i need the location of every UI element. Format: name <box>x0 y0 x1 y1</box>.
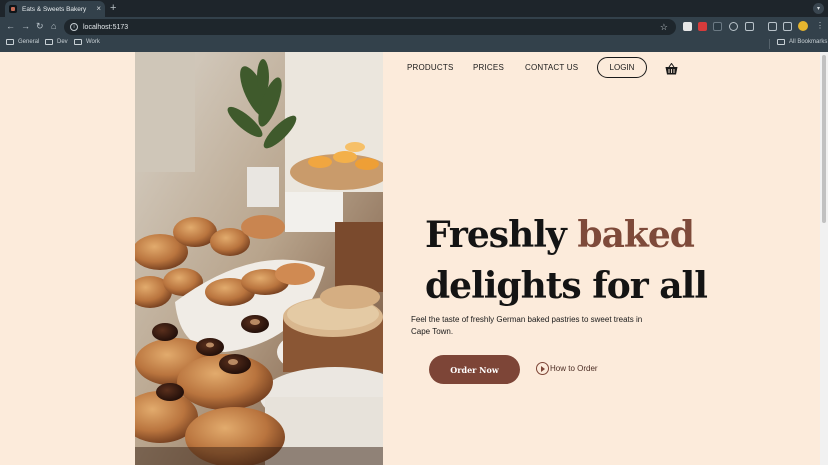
bakery-pastries-image <box>135 52 383 465</box>
home-icon[interactable]: ⌂ <box>51 21 56 32</box>
all-bookmarks-label: All Bookmarks <box>789 39 828 45</box>
folder-icon <box>777 39 785 45</box>
forward-icon[interactable]: → <box>21 21 30 32</box>
cart-basket-icon[interactable] <box>665 62 678 75</box>
new-tab-button[interactable]: + <box>110 2 116 14</box>
extensions-puzzle-icon[interactable] <box>745 22 754 31</box>
how-to-order-label: How to Order <box>550 364 598 373</box>
nav-contact-us[interactable]: CONTACT US <box>525 63 578 72</box>
headline-word: Freshly <box>425 214 567 256</box>
media-icon[interactable] <box>768 22 777 31</box>
bookmark-label: General <box>18 39 40 45</box>
bookmark-divider <box>769 39 770 49</box>
extension-icon[interactable] <box>713 22 722 31</box>
browser-menu-icon[interactable]: ⋮ <box>816 21 824 31</box>
bookmark-folder-general[interactable]: General <box>6 39 39 45</box>
side-panel-icon[interactable] <box>783 22 792 31</box>
extension-icon[interactable] <box>683 22 692 31</box>
address-bar[interactable]: i localhost:5173 ☆ <box>64 19 676 35</box>
hero-headline-line1: Freshly baked <box>425 214 695 256</box>
bookmark-label: Work <box>86 39 100 45</box>
page-scrollbar[interactable] <box>820 52 828 465</box>
extension-icon[interactable] <box>698 22 707 31</box>
browser-tab[interactable]: Eats & Sweets Bakery × <box>5 1 105 17</box>
webpage: PRODUCTS PRICES CONTACT US LOGIN Freshly… <box>0 52 828 465</box>
tab-close-icon[interactable]: × <box>96 5 101 13</box>
nav-prices[interactable]: PRICES <box>473 63 504 72</box>
headline-accent-word: baked <box>577 214 695 256</box>
bookmark-folder-dev[interactable]: Dev <box>45 39 68 45</box>
profile-avatar[interactable] <box>798 21 808 31</box>
play-circle-icon <box>536 362 549 375</box>
bookmark-star-icon[interactable]: ☆ <box>660 22 668 32</box>
bookmark-label: Dev <box>57 39 68 45</box>
browser-tab-strip: Eats & Sweets Bakery × + ▾ <box>0 0 828 17</box>
tab-search-button[interactable]: ▾ <box>813 3 824 14</box>
tab-title: Eats & Sweets Bakery <box>22 5 87 13</box>
site-info-icon[interactable]: i <box>70 23 78 31</box>
how-to-order-link[interactable]: How to Order <box>536 362 598 375</box>
order-now-button[interactable]: Order Now <box>429 355 520 384</box>
folder-icon <box>74 39 82 45</box>
browser-toolbar: ← → ↻ ⌂ i localhost:5173 ☆ ⋮ <box>0 17 828 36</box>
bookmarks-bar: General Dev Work All Bookmarks <box>0 36 828 52</box>
login-button[interactable]: LOGIN <box>597 57 647 78</box>
reload-icon[interactable]: ↻ <box>36 21 44 32</box>
back-icon[interactable]: ← <box>6 21 15 32</box>
folder-icon <box>6 39 14 45</box>
all-bookmarks-button[interactable]: All Bookmarks <box>777 39 827 45</box>
hero-headline-line2: delights for all <box>425 265 708 307</box>
bookmark-folder-work[interactable]: Work <box>74 39 100 45</box>
nav-products[interactable]: PRODUCTS <box>407 63 454 72</box>
address-url: localhost:5173 <box>83 23 129 31</box>
favicon-icon <box>9 5 17 13</box>
folder-icon <box>45 39 53 45</box>
hero-description: Feel the taste of freshly German baked p… <box>411 315 643 336</box>
extension-icon[interactable] <box>729 22 738 31</box>
scrollbar-thumb[interactable] <box>822 55 826 223</box>
